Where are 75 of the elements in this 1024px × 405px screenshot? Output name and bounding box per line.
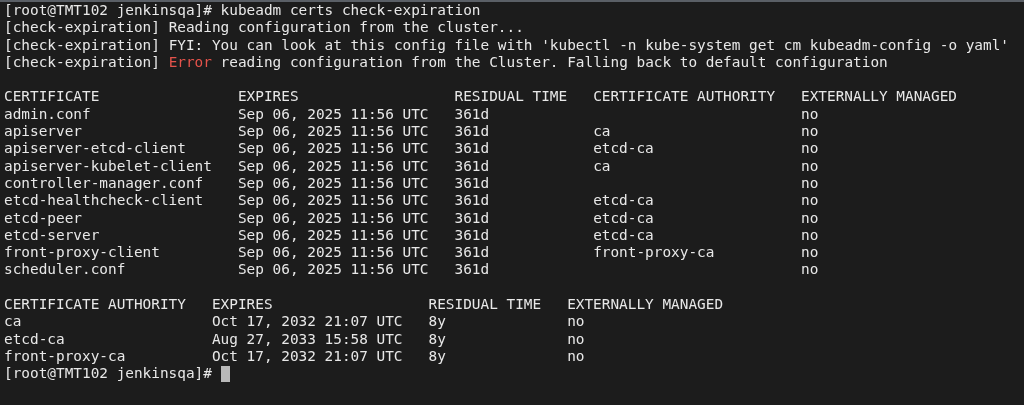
table-cell: no <box>801 226 819 243</box>
table-cell: etcd-peer <box>4 209 82 226</box>
table-cell: Sep 06, 2025 11:56 UTC <box>237 140 429 157</box>
column-header: CERTIFICATE <box>4 88 100 105</box>
command-text: kubeadm certs check-expiration <box>220 2 481 20</box>
table-cell: 361d <box>454 192 490 209</box>
table-cell: admin.conf <box>4 105 91 122</box>
table-cell: Sep 06, 2025 11:56 UTC <box>237 105 429 122</box>
table-cell: etcd-ca <box>593 209 654 226</box>
table-cell: etcd-healthcheck-client <box>4 192 204 209</box>
table-cell: ca <box>593 123 611 140</box>
table-cell: 361d <box>454 226 490 243</box>
table-cell: 361d <box>454 174 490 191</box>
table-cell: 361d <box>454 261 490 278</box>
table-cell: Sep 06, 2025 11:56 UTC <box>237 244 429 261</box>
column-header: CERTIFICATE AUTHORITY <box>593 88 776 105</box>
table-cell: controller-manager.conf <box>4 174 204 191</box>
column-header: EXTERNALLY MANAGED <box>567 296 724 313</box>
log-line: [check-expiration] FYI: You can look at this config file with 'kubectl -n kube-system get cm kubeadm-config -o yaml' <box>4 36 1010 54</box>
table-cell: 361d <box>454 209 490 226</box>
table-cell: no <box>801 244 819 261</box>
table-cell: no <box>567 347 585 364</box>
table-cell: front-proxy-ca <box>4 347 126 364</box>
table-cell: no <box>801 123 819 140</box>
table-cell: no <box>567 330 585 347</box>
table-cell: 361d <box>454 140 490 157</box>
shell-prompt: [root@TMT102 jenkinsqa]# <box>4 365 212 383</box>
table-cell: Sep 06, 2025 11:56 UTC <box>237 157 429 174</box>
table-cell: Oct 17, 2032 21:07 UTC <box>211 347 403 364</box>
column-header: EXPIRES <box>211 296 273 313</box>
table-cell: 361d <box>454 244 490 261</box>
column-header: RESIDUAL TIME <box>428 296 542 313</box>
table-cell: no <box>801 192 819 209</box>
log-line: [check-expiration] Error reading configuration from the Cluster. Falling back to default configuration <box>4 53 888 72</box>
table-cell: Sep 06, 2025 11:56 UTC <box>237 123 429 140</box>
table-cell: no <box>801 261 819 278</box>
table-cell: Sep 06, 2025 11:56 UTC <box>237 192 429 209</box>
table-cell: 8y <box>428 313 446 330</box>
table-cell: scheduler.conf <box>4 261 126 278</box>
table-cell: apiserver <box>4 123 82 140</box>
table-cell: front-proxy-ca <box>593 244 715 261</box>
table-cell: 8y <box>428 330 446 347</box>
table-cell: Aug 27, 2033 15:58 UTC <box>211 330 403 347</box>
table-cell: 8y <box>428 347 446 364</box>
table-cell: Sep 06, 2025 11:56 UTC <box>237 209 429 226</box>
table-cell: 361d <box>454 123 490 140</box>
column-header: RESIDUAL TIME <box>454 88 568 105</box>
table-cell: ca <box>593 157 611 174</box>
table-cell: etcd-server <box>4 226 100 243</box>
table-cell: Sep 06, 2025 11:56 UTC <box>237 226 429 243</box>
table-cell: Sep 06, 2025 11:56 UTC <box>237 261 429 278</box>
table-cell: no <box>801 174 819 191</box>
table-cell: etcd-ca <box>4 330 65 347</box>
cursor <box>220 366 230 383</box>
table-cell: etcd-ca <box>593 192 654 209</box>
table-cell: etcd-ca <box>593 140 654 157</box>
table-cell: 361d <box>454 105 490 122</box>
table-cell: apiserver-etcd-client <box>4 140 186 157</box>
table-cell: front-proxy-client <box>4 244 160 261</box>
log-line: [check-expiration] Reading configuration from the cluster... <box>4 19 524 37</box>
shell-prompt: [root@TMT102 jenkinsqa]# <box>4 2 212 20</box>
table-cell: Sep 06, 2025 11:56 UTC <box>237 174 429 191</box>
table-cell: no <box>801 105 819 122</box>
table-cell: no <box>801 140 819 157</box>
table-cell: Oct 17, 2032 21:07 UTC <box>211 313 403 330</box>
table-cell: no <box>567 313 585 330</box>
table-cell: no <box>801 157 819 174</box>
column-header: EXTERNALLY MANAGED <box>801 88 957 105</box>
table-cell: etcd-ca <box>593 226 654 243</box>
table-cell: apiserver-kubelet-client <box>4 157 212 174</box>
table-cell: 361d <box>454 157 490 174</box>
table-cell: ca <box>4 313 22 330</box>
column-header: CERTIFICATE AUTHORITY <box>4 296 186 313</box>
table-cell: no <box>801 209 819 226</box>
column-header: EXPIRES <box>237 88 299 105</box>
